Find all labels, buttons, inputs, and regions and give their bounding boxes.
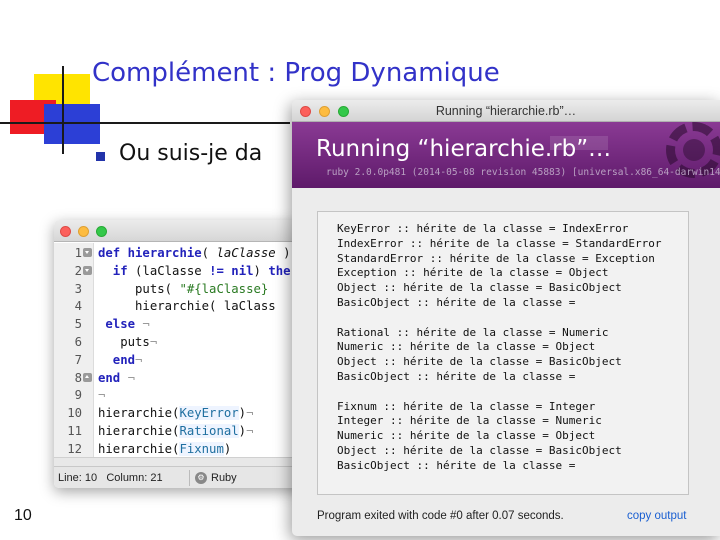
line-number: 6 bbox=[74, 335, 82, 349]
output-line: Integer :: hérite de la classe = Numeric bbox=[337, 414, 602, 428]
output-line: BasicObject :: hérite de la classe = bbox=[337, 458, 576, 472]
page-number: 10 bbox=[14, 507, 32, 524]
fold-toggle-icon[interactable] bbox=[83, 265, 92, 275]
line-number: 8 bbox=[74, 370, 82, 385]
output-line: IndexError :: hérite de la classe = Stan… bbox=[337, 236, 662, 250]
code-line[interactable]: 11 hierarchie(Rational)¬ bbox=[54, 422, 306, 441]
code-text: end¬ bbox=[98, 352, 143, 367]
line-number: 7 bbox=[74, 352, 82, 367]
fold-toggle-icon[interactable] bbox=[83, 248, 92, 257]
output-line: BasicObject :: hérite de la classe = bbox=[337, 295, 576, 309]
code-text: else ¬ bbox=[98, 317, 150, 332]
output-line: Rational :: hérite de la classe = Numeri… bbox=[337, 325, 609, 339]
code-text: puts¬ bbox=[98, 335, 158, 349]
close-button[interactable] bbox=[60, 226, 71, 237]
runner-header: Running “hierarchie.rb”… ruby 2.0.0p481 … bbox=[292, 122, 720, 188]
code-line[interactable]: 10 hierarchie(KeyError)¬ bbox=[54, 404, 306, 423]
exit-status: Program exited with code #0 after 0.07 s… bbox=[317, 510, 564, 522]
output-line: Exception :: hérite de la classe = Objec… bbox=[337, 266, 609, 280]
line-number: 4 bbox=[74, 299, 82, 314]
code-line[interactable]: 4 hierarchie( laClass bbox=[54, 297, 306, 316]
runner-titlebar[interactable]: Running “hierarchie.rb”… bbox=[292, 100, 720, 122]
editor-titlebar[interactable] bbox=[54, 220, 306, 242]
code-line[interactable]: 7 end¬ bbox=[54, 351, 306, 370]
line-number: 2 bbox=[74, 263, 82, 278]
line-number: 11 bbox=[67, 424, 82, 438]
code-text: hierarchie(Rational)¬ bbox=[98, 424, 254, 438]
line-number: 9 bbox=[74, 388, 82, 403]
output-line: Numeric :: hérite de la classe = Object bbox=[337, 429, 596, 443]
output-line: KeyError :: hérite de la classe = IndexE… bbox=[337, 222, 629, 235]
code-line[interactable]: 3 puts( "#{laClasse} bbox=[54, 280, 306, 299]
code-text: ¬ bbox=[98, 388, 106, 403]
decor-vertical-line bbox=[62, 66, 64, 154]
line-number: 1 bbox=[74, 246, 82, 260]
copy-output-button[interactable]: copy output bbox=[627, 510, 686, 522]
language-selector[interactable]: Ruby bbox=[211, 472, 237, 484]
code-line[interactable]: 5 else ¬ bbox=[54, 315, 306, 334]
code-area[interactable]: 1 def hierarchie( laClasse ) 2 if (laClass… bbox=[54, 243, 306, 457]
code-line[interactable]: 6 puts¬ bbox=[54, 333, 306, 352]
horizontal-scrollbar[interactable] bbox=[54, 457, 306, 466]
code-text: puts( "#{laClasse} bbox=[98, 281, 269, 296]
output-line: Object :: hérite de la classe = BasicObj… bbox=[337, 355, 622, 369]
bullet-text: Ou suis-je da bbox=[119, 141, 263, 166]
ruby-version: ruby 2.0.0p481 (2014-05-08 revision 4588… bbox=[326, 167, 720, 178]
line-number: 3 bbox=[74, 281, 82, 296]
editor-status-bar: Line: 10 Column: 21 ⚙ Ruby bbox=[54, 466, 306, 488]
code-line[interactable]: 12 hierarchie(Fixnum) bbox=[54, 440, 306, 459]
program-output[interactable]: KeyError :: hérite de la classe = IndexE… bbox=[317, 211, 689, 495]
code-line[interactable]: 8 end ¬ bbox=[54, 369, 306, 388]
code-line[interactable]: 2 if (laClasse != nil) the bbox=[54, 262, 306, 281]
code-text: hierarchie( laClass bbox=[98, 299, 276, 314]
line-number: 5 bbox=[74, 317, 82, 332]
output-line: StandardError :: hérite de la classe = E… bbox=[337, 251, 655, 265]
line-number: 10 bbox=[67, 406, 82, 421]
zoom-button[interactable] bbox=[96, 226, 107, 237]
code-text: hierarchie(Fixnum) bbox=[98, 441, 232, 456]
cog-icon[interactable]: ⚙ bbox=[195, 472, 207, 484]
window-title: Running “hierarchie.rb”… bbox=[435, 104, 577, 118]
code-line[interactable]: 9 ¬ bbox=[54, 386, 306, 405]
code-editor-window: 1 def hierarchie( laClasse ) 2 if (laClass… bbox=[54, 220, 306, 488]
slide-title: Complément : Prog Dynamique bbox=[92, 58, 500, 88]
code-line[interactable]: 1 def hierarchie( laClasse ) bbox=[54, 244, 306, 263]
code-text: end ¬ bbox=[98, 370, 136, 385]
bullet-square-icon bbox=[96, 152, 105, 161]
fold-toggle-icon[interactable] bbox=[83, 372, 92, 382]
output-line: Numeric :: hérite de la classe = Object bbox=[337, 340, 596, 354]
runner-heading: Running “hierarchie.rb”… bbox=[316, 136, 612, 162]
run-output-window: Running “hierarchie.rb”… Running “hierar… bbox=[292, 100, 720, 536]
line-number: 12 bbox=[67, 441, 82, 456]
minimize-button[interactable] bbox=[78, 226, 89, 237]
cursor-position: Line: 10 Column: 21 bbox=[58, 472, 163, 484]
code-text: if (laClasse != nil) the bbox=[98, 263, 291, 278]
output-line: Object :: hérite de la classe = BasicObj… bbox=[337, 281, 622, 295]
status-divider bbox=[189, 470, 190, 486]
output-line: Fixnum :: hérite de la classe = Integer bbox=[337, 399, 596, 413]
decor-horizontal-line bbox=[0, 122, 290, 124]
code-text: hierarchie(KeyError)¬ bbox=[98, 406, 254, 421]
output-line: Object :: hérite de la classe = BasicObj… bbox=[337, 443, 622, 457]
code-text: def hierarchie( laClasse ) bbox=[98, 246, 291, 260]
decor-blue-square bbox=[44, 104, 100, 144]
output-line: BasicObject :: hérite de la classe = bbox=[337, 369, 576, 383]
